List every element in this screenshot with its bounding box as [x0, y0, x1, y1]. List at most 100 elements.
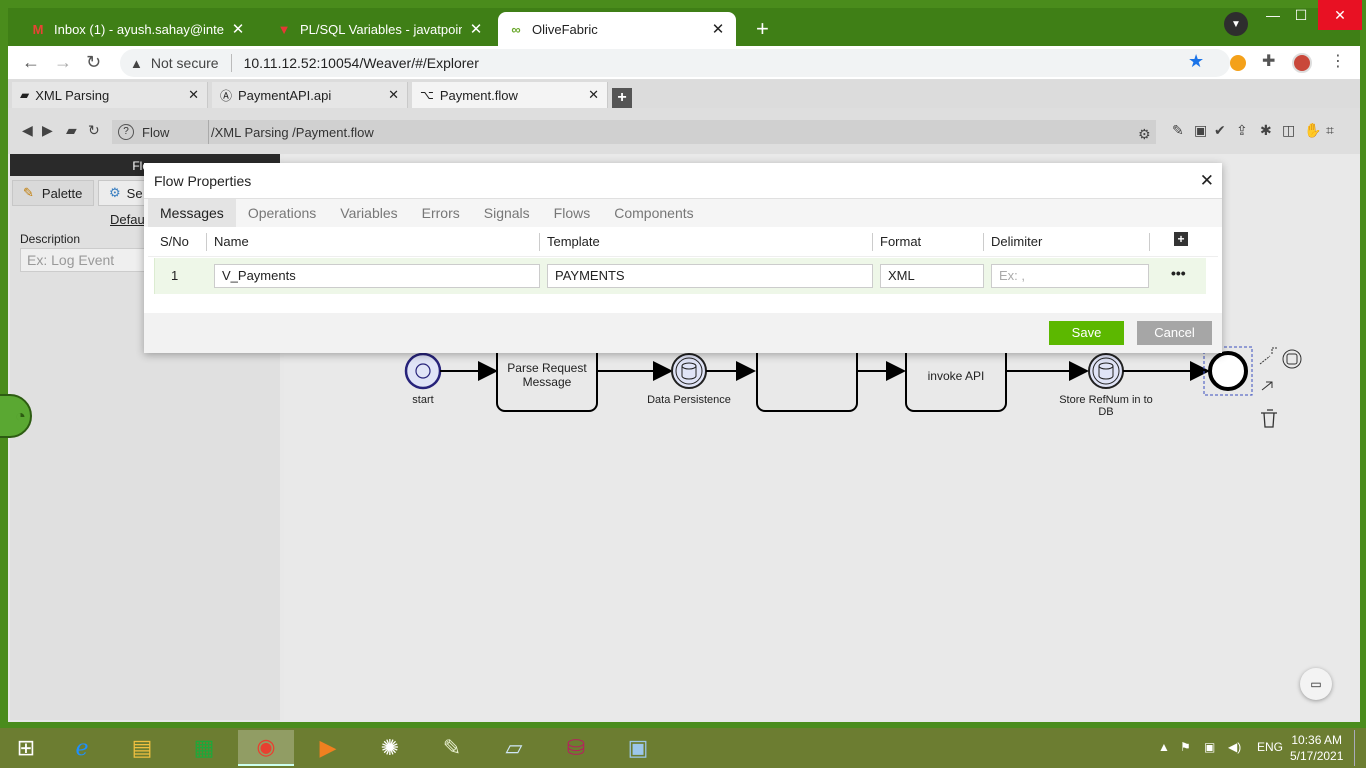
browser-tab-olivefabric[interactable]: ∞ OliveFabric ✕: [498, 12, 736, 46]
tray-chevron-icon[interactable]: ▲: [1158, 740, 1170, 754]
clock-date: 5/17/2021: [1290, 749, 1344, 763]
reload-icon[interactable]: ↻: [86, 52, 101, 73]
dialog-tabs: Messages Operations Variables Errors Sig…: [144, 199, 1222, 227]
validate-check-icon[interactable]: ✔: [1214, 122, 1226, 139]
layout-columns-icon[interactable]: ◫: [1282, 122, 1295, 139]
open-folder-icon[interactable]: ▰: [66, 122, 77, 139]
photos-icon[interactable]: ▣: [610, 730, 666, 766]
store-refnum-node[interactable]: [1088, 353, 1124, 389]
save-disk-icon[interactable]: ▣: [1194, 122, 1207, 139]
close-icon[interactable]: ✕: [388, 87, 399, 103]
browser-tab-javatpoint[interactable]: ▼ PL/SQL Variables - javatpoint ✕: [266, 12, 494, 46]
defaults-link[interactable]: Defau: [110, 212, 145, 227]
forward-arrow-icon[interactable]: ▶: [42, 122, 53, 139]
show-desktop-button[interactable]: [1354, 730, 1366, 766]
notebook-icon[interactable]: ▱: [486, 730, 542, 766]
editor-tab-xml-parsing[interactable]: ▰ XML Parsing ✕: [12, 82, 208, 108]
hand-pan-icon[interactable]: ✋: [1304, 122, 1321, 139]
divider: [983, 233, 984, 251]
media-player-icon[interactable]: ▶: [300, 730, 356, 766]
delete-trash-icon[interactable]: [1261, 409, 1277, 428]
windows-start-icon[interactable]: ⊞: [0, 730, 52, 766]
olive-logo-icon[interactable]: ◔: [0, 394, 32, 438]
back-arrow-icon[interactable]: ←: [22, 52, 40, 73]
internet-explorer-icon[interactable]: ℯ: [54, 730, 110, 766]
tab-search-chevron-icon[interactable]: ▼: [1224, 12, 1248, 36]
chrome-icon[interactable]: ◉: [238, 730, 294, 766]
clock-time: 10:36 AM: [1291, 733, 1343, 747]
divider: [1149, 233, 1150, 251]
cancel-button[interactable]: Cancel: [1137, 321, 1212, 345]
gmail-icon: M: [32, 21, 44, 37]
tab-flows[interactable]: Flows: [542, 199, 603, 227]
node-label-invoke-api: invoke API: [927, 369, 985, 383]
tab-operations[interactable]: Operations: [236, 199, 328, 227]
avatar[interactable]: [1292, 53, 1312, 73]
address-bar[interactable]: ▲ Not secure 10.11.12.52:10054/Weaver/#/…: [120, 49, 1230, 77]
col-format: Format: [880, 234, 922, 249]
col-sno: S/No: [160, 234, 189, 249]
settings-gear-icon[interactable]: ⚙: [1138, 126, 1151, 143]
editor-tab-label: Payment.flow: [439, 87, 518, 103]
append-end-icon[interactable]: [1282, 349, 1302, 369]
volume-icon[interactable]: ◀): [1228, 740, 1241, 754]
extensions-puzzle-icon[interactable]: ✚: [1262, 51, 1282, 71]
format-field[interactable]: XML: [880, 264, 984, 288]
minimize-icon[interactable]: —: [1258, 0, 1288, 30]
help-icon[interactable]: ?: [118, 124, 134, 140]
language-indicator[interactable]: ENG: [1257, 740, 1283, 754]
tab-variables[interactable]: Variables: [328, 199, 409, 227]
file-explorer-icon[interactable]: ▤: [114, 730, 170, 766]
save-button[interactable]: Save: [1049, 321, 1124, 345]
database-tool-icon[interactable]: ⛁: [548, 730, 604, 766]
end-event-node[interactable]: [1208, 351, 1248, 391]
row-menu-dots-icon[interactable]: •••: [1171, 265, 1186, 281]
app-pinwheel-icon[interactable]: ✺: [362, 730, 418, 766]
window-close-icon[interactable]: ✕: [1318, 0, 1362, 30]
start-event-node[interactable]: [404, 352, 442, 390]
notepad-icon[interactable]: ✎: [424, 730, 480, 766]
edit-icon[interactable]: ✎: [1172, 122, 1184, 139]
maximize-icon[interactable]: ☐: [1288, 0, 1314, 30]
tab-signals[interactable]: Signals: [472, 199, 542, 227]
system-clock[interactable]: 10:36 AM 5/17/2021: [1290, 732, 1343, 764]
table-header: S/No Name Template Format Delimiter +: [148, 227, 1218, 257]
back-arrow-icon[interactable]: ◀: [22, 122, 33, 139]
tab-palette[interactable]: ✎ Palette: [12, 180, 94, 206]
name-field[interactable]: V_Payments: [214, 264, 540, 288]
tab-components[interactable]: Components: [602, 199, 705, 227]
refresh-icon[interactable]: ↻: [88, 122, 100, 139]
connect-tool-icon[interactable]: [1259, 347, 1278, 365]
network-icon[interactable]: ▣: [1204, 740, 1215, 754]
bookmark-star-icon[interactable]: ★: [1188, 51, 1204, 72]
change-type-icon[interactable]: [1261, 381, 1273, 391]
close-icon[interactable]: ✕: [188, 87, 199, 103]
close-icon[interactable]: ✕: [710, 20, 726, 38]
close-icon[interactable]: ✕: [588, 87, 599, 103]
browser-tab-gmail[interactable]: M Inbox (1) - ayush.sahay@intellect ✕: [20, 12, 256, 46]
debug-bug-icon[interactable]: ✱: [1260, 122, 1272, 139]
select-crosshair-icon[interactable]: ⌗: [1326, 122, 1334, 139]
data-persistence-node[interactable]: [671, 353, 707, 389]
console-terminal-icon[interactable]: ▭: [1300, 668, 1332, 700]
extension-coin-icon[interactable]: [1230, 55, 1246, 71]
editor-tab-payment-flow[interactable]: ⌥ Payment.flow ✕: [412, 82, 608, 108]
add-row-plus-icon[interactable]: +: [1174, 232, 1188, 246]
network-flag-icon[interactable]: ⚑: [1180, 740, 1191, 754]
new-tab-plus-icon[interactable]: +: [756, 18, 769, 40]
close-icon[interactable]: ✕: [468, 20, 484, 38]
editor-tab-paymentapi[interactable]: Ⓐ PaymentAPI.api ✕: [212, 82, 408, 108]
description-label: Description: [20, 232, 81, 246]
store-icon[interactable]: ▦: [176, 730, 232, 766]
delimiter-field[interactable]: Ex: ,: [991, 264, 1149, 288]
tab-messages[interactable]: Messages: [148, 199, 236, 227]
olivefabric-icon: ∞: [511, 21, 521, 37]
template-field[interactable]: PAYMENTS: [547, 264, 873, 288]
close-icon[interactable]: ✕: [230, 20, 246, 38]
menu-dots-icon[interactable]: ⋮: [1330, 51, 1350, 71]
add-tab-plus-icon[interactable]: +: [612, 88, 632, 108]
close-icon[interactable]: ✕: [1200, 171, 1214, 191]
deploy-upload-icon[interactable]: ⇪: [1236, 122, 1248, 139]
tab-errors[interactable]: Errors: [410, 199, 472, 227]
forward-arrow-icon[interactable]: →: [54, 52, 72, 73]
